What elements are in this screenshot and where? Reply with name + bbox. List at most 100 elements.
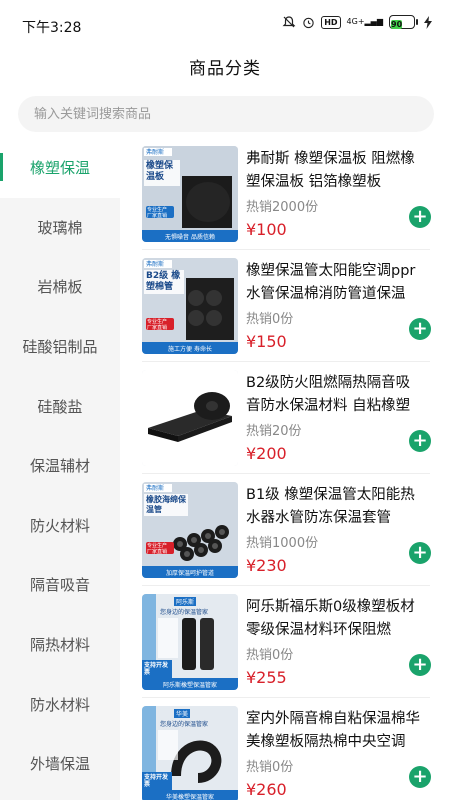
product-image[interactable]: 弗耐斯 橡胶海绵保温管 专业生产 厂家直销 加厚保温呵护管道 <box>142 482 238 578</box>
add-to-cart-button[interactable]: + <box>409 318 431 340</box>
product-image-brand: 弗耐斯 <box>146 261 165 268</box>
plus-icon: + <box>412 766 428 787</box>
sidebar-item-label: 外墙保温 <box>29 755 90 774</box>
product-price: ¥200 <box>246 444 287 463</box>
product-image-title: 橡胶海绵保温管 <box>146 495 186 514</box>
product-card[interactable]: 弗耐斯 B2级 橡塑棉管 专业生产 厂家直销 施工方便 寿命长 橡塑保温管太阳能… <box>120 250 440 362</box>
product-image-title: 您身边的保温管家 <box>160 721 209 728</box>
sidebar-item-label: 隔音吸音 <box>29 576 90 595</box>
product-list: 弗耐斯 橡塑保温板 专业生产 厂家直销 无惧噪音 品质信赖 弗耐斯 橡塑保温板 … <box>120 138 450 800</box>
add-to-cart-button[interactable]: + <box>409 766 431 788</box>
battery-icon: 90 <box>389 15 418 29</box>
add-to-cart-button[interactable]: + <box>409 206 431 228</box>
category-sidebar: 橡塑保温 玻璃棉 岩棉板 硅酸铝制品 硅酸盐 保温辅材 防火材料 隔音吸音 隔热… <box>0 138 120 800</box>
add-to-cart-button[interactable]: + <box>409 542 431 564</box>
product-price: ¥100 <box>246 220 287 239</box>
charging-icon <box>424 15 432 29</box>
product-image-title: B2级 橡塑棉管 <box>146 271 181 292</box>
battery-level: 90 <box>391 20 403 29</box>
sidebar-item-rubber-plastic[interactable]: 橡塑保温 <box>0 138 120 198</box>
sidebar-item-heat-insulation[interactable]: 隔热材料 <box>0 615 120 675</box>
product-name[interactable]: 弗耐斯 橡塑保温板 阻燃橡塑保温板 铝箔橡塑板 <box>246 148 424 194</box>
sidebar-item-label: 隔热材料 <box>29 636 90 655</box>
product-card[interactable]: 弗耐斯 橡塑保温板 专业生产 厂家直销 无惧噪音 品质信赖 弗耐斯 橡塑保温板 … <box>120 138 440 250</box>
product-card[interactable]: 弗耐斯 橡胶海绵保温管 专业生产 厂家直销 加厚保温呵护管道 B1级 橡塑保温管… <box>120 474 440 586</box>
plus-icon: + <box>412 542 428 563</box>
product-sales: 热销1000份 <box>246 536 319 551</box>
sidebar-item-label: 岩棉板 <box>37 278 83 297</box>
sidebar-item-waterproof[interactable]: 防水材料 <box>0 674 120 734</box>
product-sales: 热销0份 <box>246 648 294 663</box>
product-image-brand: 弗耐斯 <box>146 485 165 492</box>
product-card[interactable]: B2级防火阻燃隔热隔音吸音防水保温材料 自粘橡塑 热销20份 ¥200 + <box>120 362 440 474</box>
product-card[interactable]: 华美 您身边的保温管家 支持开发票 华美橡塑保温管家 室内外隔音棉自粘保温棉华美… <box>120 698 440 800</box>
status-time: 下午3:28 <box>22 20 82 36</box>
product-image-footer: 无惧噪音 品质信赖 <box>165 234 215 241</box>
product-image-footer: 华美橡塑保温管家 <box>165 794 214 800</box>
product-image-badge: 专业生产 厂家直销 <box>147 543 168 555</box>
product-image-title: 橡塑保温板 <box>146 161 174 182</box>
page-title: 商品分类 <box>189 59 261 79</box>
product-price: ¥150 <box>246 332 287 351</box>
product-image-brand: 阿乐斯 <box>174 597 197 606</box>
sidebar-item-label: 玻璃棉 <box>37 218 83 237</box>
sidebar-item-fireproof[interactable]: 防火材料 <box>0 496 120 556</box>
product-image[interactable]: 华美 您身边的保温管家 支持开发票 华美橡塑保温管家 <box>142 706 238 800</box>
plus-icon: + <box>412 206 428 227</box>
signal-icon: 4G+▂▄▆ <box>346 17 383 26</box>
product-image-footer: 施工方便 寿命长 <box>168 346 212 353</box>
sidebar-item-exterior-wall[interactable]: 外墙保温 <box>0 734 120 794</box>
product-image-badge: 支持开发票 <box>144 662 169 676</box>
sidebar-item-label: 保温辅材 <box>29 457 90 476</box>
product-image-badge: 专业生产 厂家直销 <box>147 319 168 331</box>
search-bar[interactable] <box>18 96 434 132</box>
sidebar-item-glass-wool[interactable]: 玻璃棉 <box>0 198 120 258</box>
product-image[interactable]: 弗耐斯 橡塑保温板 专业生产 厂家直销 无惧噪音 品质信赖 <box>142 146 238 242</box>
alarm-icon <box>303 17 314 28</box>
plus-icon: + <box>412 318 428 339</box>
product-sales: 热销0份 <box>246 312 294 327</box>
add-to-cart-button[interactable]: + <box>409 654 431 676</box>
product-image-brand: 弗耐斯 <box>146 149 165 156</box>
plus-icon: + <box>412 654 428 675</box>
product-image-footer: 加厚保温呵护管道 <box>165 570 214 577</box>
product-price: ¥230 <box>246 556 287 575</box>
sidebar-item-label: 防火材料 <box>29 516 90 535</box>
product-name[interactable]: 橡塑保温管太阳能空调ppr水管保温棉消防管道保温 <box>246 260 424 306</box>
sidebar-item-soundproof[interactable]: 隔音吸音 <box>0 555 120 615</box>
product-image[interactable] <box>142 370 238 466</box>
sidebar-item-rock-wool[interactable]: 岩棉板 <box>0 257 120 317</box>
status-bar: 下午3:28 HD 4G+▂▄▆ 90 <box>0 0 450 44</box>
sidebar-item-label: 硅酸盐 <box>37 397 83 416</box>
product-price: ¥260 <box>246 780 287 799</box>
network-label: 4G+ <box>346 17 365 26</box>
product-image-brand: 华美 <box>174 709 191 718</box>
product-sales: 热销0份 <box>246 760 294 775</box>
product-image-badge: 专业生产 厂家直销 <box>147 207 168 219</box>
sidebar-item-label: 橡塑保温 <box>29 159 90 178</box>
product-image[interactable]: 阿乐斯 您身边的保温管家 支持开发票 阿乐斯橡塑保温管家 <box>142 594 238 690</box>
product-name[interactable]: 阿乐斯福乐斯0级橡塑板材零级保温材料环保阻燃 <box>246 596 424 642</box>
sidebar-item-label: 硅酸铝制品 <box>22 338 98 357</box>
product-name[interactable]: B2级防火阻燃隔热隔音吸音防水保温材料 自粘橡塑 <box>246 372 424 418</box>
hd-icon: HD <box>321 15 341 29</box>
sidebar-item-label: 防水材料 <box>29 695 90 714</box>
plus-icon: + <box>412 430 428 451</box>
product-image-title: 您身边的保温管家 <box>160 609 209 616</box>
add-to-cart-button[interactable]: + <box>409 430 431 452</box>
product-card[interactable]: 阿乐斯 您身边的保温管家 支持开发票 阿乐斯橡塑保温管家 阿乐斯福乐斯0级橡塑板… <box>120 586 440 698</box>
sidebar-item-insulation-accessories[interactable]: 保温辅材 <box>0 436 120 496</box>
sidebar-item-silicate[interactable]: 硅酸盐 <box>0 376 120 436</box>
product-name[interactable]: B1级 橡塑保温管太阳能热水器水管防冻保温套管 <box>246 484 424 530</box>
product-image[interactable]: 弗耐斯 B2级 橡塑棉管 专业生产 厂家直销 施工方便 寿命长 <box>142 258 238 354</box>
product-price: ¥255 <box>246 668 287 687</box>
status-icons: HD 4G+▂▄▆ 90 <box>282 15 432 29</box>
search-input[interactable] <box>18 96 434 132</box>
product-image-badge: 支持开发票 <box>144 774 169 788</box>
product-name[interactable]: 室内外隔音棉自粘保温棉华美橡塑板隔热棉中央空调 <box>246 708 424 754</box>
product-image-footer: 阿乐斯橡塑保温管家 <box>162 682 217 689</box>
sidebar-item-aluminum-silicate[interactable]: 硅酸铝制品 <box>0 317 120 377</box>
product-sales: 热销2000份 <box>246 200 319 215</box>
product-sales: 热销20份 <box>246 424 302 439</box>
mute-icon <box>282 16 296 28</box>
